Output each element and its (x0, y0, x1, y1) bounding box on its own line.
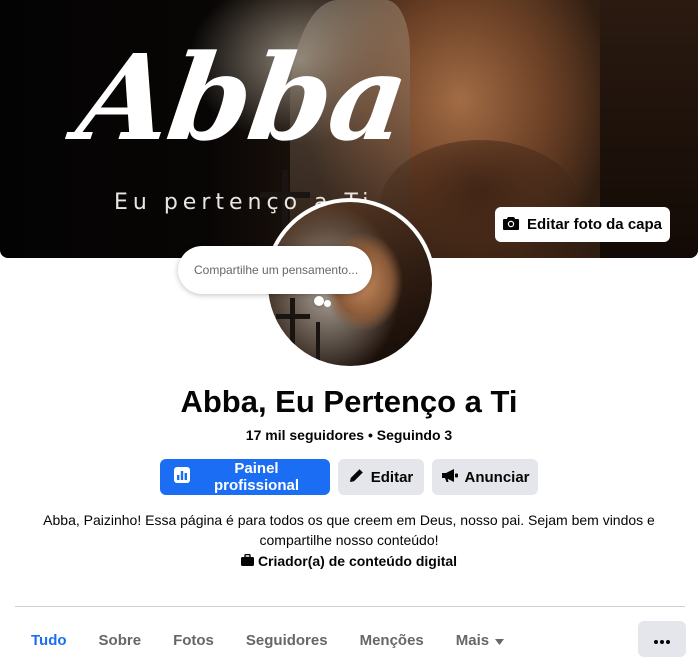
cover-title: Abba (70, 28, 415, 167)
avatar-cross (316, 322, 320, 366)
tab-sobre[interactable]: Sobre (83, 620, 158, 660)
tab-label: Tudo (31, 631, 67, 649)
avatar-cross (276, 314, 310, 319)
more-options-button[interactable] (638, 621, 686, 657)
section-divider (15, 606, 685, 607)
page-bio: Abba, Paizinho! Essa página é para todos… (43, 512, 655, 548)
share-thought-bubble[interactable]: Compartilhe um pensamento... (178, 246, 372, 294)
tab-fotos[interactable]: Fotos (157, 620, 230, 660)
page-category: Criador(a) de conteúdo digital (0, 553, 698, 569)
advertise-button[interactable]: Anunciar (432, 459, 538, 495)
tab-mencoes[interactable]: Menções (344, 620, 440, 660)
camera-icon (502, 216, 519, 234)
tab-label: Seguidores (245, 631, 328, 649)
profile-tabs: Tudo Sobre Fotos Seguidores Menções Mais (15, 620, 520, 660)
tab-label: Menções (359, 631, 424, 649)
follower-stats[interactable]: 17 mil seguidores • Seguindo 3 (0, 427, 698, 443)
share-thought-placeholder: Compartilhe um pensamento... (194, 263, 359, 277)
edit-label: Editar (370, 468, 414, 486)
bar-chart-icon (174, 467, 190, 487)
professional-panel-button[interactable]: Painel profissional (160, 459, 330, 495)
tab-seguidores[interactable]: Seguidores (230, 620, 344, 660)
thought-dot (324, 300, 331, 307)
tab-mais[interactable]: Mais (440, 620, 520, 660)
category-label: Criador(a) de conteúdo digital (257, 553, 458, 569)
tab-label: Fotos (173, 631, 214, 649)
tab-label: Mais (455, 631, 490, 649)
tab-label: Sobre (98, 631, 142, 649)
ellipsis-icon (654, 632, 670, 647)
thought-dot (314, 296, 324, 306)
professional-panel-label: Painel profissional (213, 460, 299, 494)
caret-down-icon (495, 632, 505, 649)
edit-cover-label: Editar foto da capa (526, 216, 663, 233)
edit-cover-photo-button[interactable]: Editar foto da capa (495, 207, 670, 242)
page-title: Abba, Eu Pertenço a Ti (180, 384, 518, 419)
profile-actions: Painel profissional Editar Anunciar (0, 459, 698, 495)
pencil-icon (349, 468, 364, 487)
tab-tudo[interactable]: Tudo (15, 620, 83, 660)
avatar-cross (290, 298, 295, 366)
advertise-label: Anunciar (464, 468, 530, 486)
edit-page-button[interactable]: Editar (338, 459, 424, 495)
megaphone-icon (441, 468, 458, 487)
briefcase-icon (240, 553, 254, 569)
